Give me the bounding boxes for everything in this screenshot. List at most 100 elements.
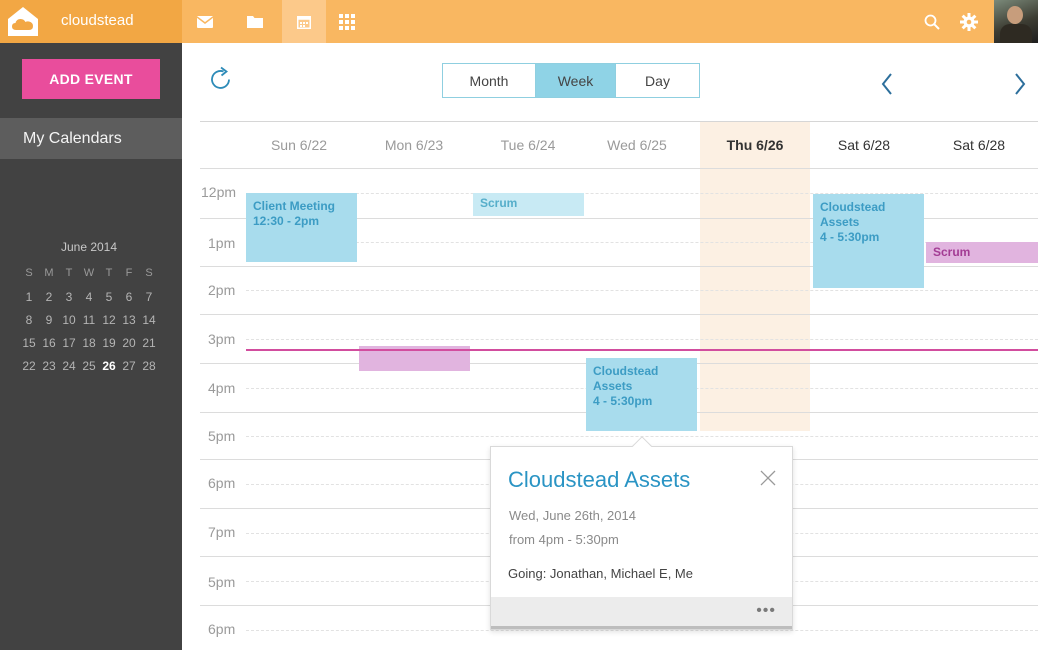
mini-calendar-day[interactable]: 1 [19, 290, 39, 313]
mini-calendar-day[interactable]: 5 [99, 290, 119, 313]
mini-calendar-day[interactable]: 7 [139, 290, 159, 313]
popover-footer: ••• [491, 597, 792, 629]
event-title: Cloudstead Assets [593, 364, 659, 393]
event-title: Client Meeting [253, 199, 336, 213]
mini-calendar-week: 22 23 24 25 26 27 28 [19, 359, 159, 382]
month-view-button[interactable]: Month [443, 64, 536, 97]
time-label: 6pm [208, 475, 236, 491]
mini-calendar-title: June 2014 [60, 240, 118, 254]
half-hour-line [246, 339, 1038, 340]
my-calendars-item[interactable]: My Calendars [0, 118, 182, 159]
mini-calendar-week: 8 9 10 11 12 13 14 [19, 313, 159, 336]
event-time: 12:30 - 2pm [253, 214, 320, 228]
time-label: 6pm [208, 621, 236, 637]
half-hour-line [246, 290, 1038, 291]
calendar-event[interactable]: Scrum [473, 193, 584, 216]
mini-calendar-day[interactable]: 11 [79, 313, 99, 336]
time-label: 5pm [208, 428, 236, 444]
search-icon[interactable] [914, 0, 950, 43]
mail-icon[interactable] [187, 0, 223, 43]
day-header-wed[interactable]: Wed 6/25 [582, 137, 692, 153]
mini-calendar-day[interactable]: 28 [139, 359, 159, 382]
calendar-event[interactable]: Scrum [926, 242, 1038, 263]
popover-arrow [632, 436, 652, 456]
mini-calendar-day[interactable]: 17 [59, 336, 79, 359]
sidebar: cloudstead ADD EVENT My Calendars June 2… [0, 0, 182, 650]
mini-calendar-day[interactable]: 8 [19, 313, 39, 336]
top-bar [182, 0, 1038, 43]
mini-calendar-day[interactable]: 9 [39, 313, 59, 336]
avatar-body [1000, 24, 1032, 43]
mini-calendar-today[interactable]: 26 [99, 359, 119, 382]
avatar-face [1007, 6, 1023, 24]
mini-calendar-day[interactable]: 13 [119, 313, 139, 336]
mini-calendar-day[interactable]: 21 [139, 336, 159, 359]
day-header-thu[interactable]: Thu 6/26 [700, 137, 810, 153]
mini-calendar-day[interactable]: 15 [19, 336, 39, 359]
calendar-icon[interactable] [282, 0, 326, 43]
mini-calendar-day[interactable]: 24 [59, 359, 79, 382]
mini-calendar-day[interactable]: 19 [99, 336, 119, 359]
time-label: 12pm [201, 184, 237, 200]
time-label: 2pm [208, 282, 236, 298]
mini-calendar-day[interactable]: 4 [79, 290, 99, 313]
mini-calendar-day[interactable]: 3 [59, 290, 79, 313]
mini-calendar-weekdays: S M T W T F S [19, 267, 159, 290]
calendar-event[interactable]: Cloudstead Assets 4 - 5:30pm [586, 358, 697, 431]
calendar-event[interactable]: Cloudstead Assets 4 - 5:30pm [813, 194, 924, 288]
mini-calendar-day[interactable]: 23 [39, 359, 59, 382]
time-label: 3pm [208, 331, 236, 347]
brand-bar[interactable]: cloudstead [0, 0, 182, 43]
cloudstead-logo-icon[interactable] [7, 6, 39, 37]
time-label: 1pm [208, 235, 236, 251]
weekday-label: M [44, 267, 54, 279]
mini-calendar: June 2014 S M T W T F S 1 2 3 4 5 6 7 8 … [19, 240, 159, 382]
day-header-tue[interactable]: Tue 6/24 [473, 137, 583, 153]
day-header-mon[interactable]: Mon 6/23 [359, 137, 469, 153]
mini-calendar-day[interactable]: 6 [119, 290, 139, 313]
mini-calendar-day[interactable]: 14 [139, 313, 159, 336]
hour-line [200, 168, 1038, 169]
calendar-event[interactable]: Client Meeting 12:30 - 2pm [246, 193, 357, 262]
event-time: 4 - 5:30pm [593, 394, 653, 408]
mini-calendar-day[interactable]: 27 [119, 359, 139, 382]
popover-title: Cloudstead Assets [508, 467, 691, 492]
half-hour-line [246, 630, 1038, 631]
day-header-sat-1[interactable]: Sat 6/28 [809, 137, 919, 153]
time-label: 5pm [208, 574, 236, 590]
event-time: 4 - 5:30pm [820, 230, 880, 244]
popover-attendees: Going: Jonathan, Michael E, Me [508, 566, 693, 581]
next-week-icon[interactable] [1010, 70, 1032, 98]
event-title: Scrum [480, 196, 518, 210]
refresh-icon[interactable] [207, 66, 234, 93]
week-view-button[interactable]: Week [536, 64, 616, 97]
day-view-button[interactable]: Day [616, 64, 699, 97]
mini-calendar-day[interactable]: 18 [79, 336, 99, 359]
time-label: 7pm [208, 524, 236, 540]
close-icon[interactable] [759, 469, 777, 487]
day-header-sun[interactable]: Sun 6/22 [244, 137, 354, 153]
folder-icon[interactable] [237, 0, 273, 43]
prev-week-icon[interactable] [877, 70, 899, 98]
day-header-sat-2[interactable]: Sat 6/28 [924, 137, 1034, 153]
mini-calendar-day[interactable]: 20 [119, 336, 139, 359]
popover-date: Wed, June 26th, 2014 [509, 508, 636, 523]
user-avatar[interactable] [994, 0, 1038, 43]
mini-calendar-day[interactable]: 25 [79, 359, 99, 382]
mini-calendar-week: 15 16 17 18 19 20 21 [19, 336, 159, 359]
mini-calendar-day[interactable]: 22 [19, 359, 39, 382]
gear-icon[interactable] [951, 0, 987, 43]
mini-calendar-day[interactable]: 12 [99, 313, 119, 336]
mini-calendar-day[interactable]: 10 [59, 313, 79, 336]
mini-calendar-day[interactable]: 16 [39, 336, 59, 359]
hour-line [200, 314, 1038, 315]
add-event-button[interactable]: ADD EVENT [22, 59, 160, 99]
weekday-label: T [65, 267, 73, 279]
mini-calendar-week: 1 2 3 4 5 6 7 [19, 290, 159, 313]
weekday-label: W [83, 267, 95, 279]
event-details-popover: Cloudstead Assets Wed, June 26th, 2014 f… [490, 436, 793, 630]
more-options-icon[interactable]: ••• [756, 602, 776, 620]
header-divider [200, 121, 1038, 122]
apps-grid-icon[interactable] [329, 0, 365, 43]
mini-calendar-day[interactable]: 2 [39, 290, 59, 313]
